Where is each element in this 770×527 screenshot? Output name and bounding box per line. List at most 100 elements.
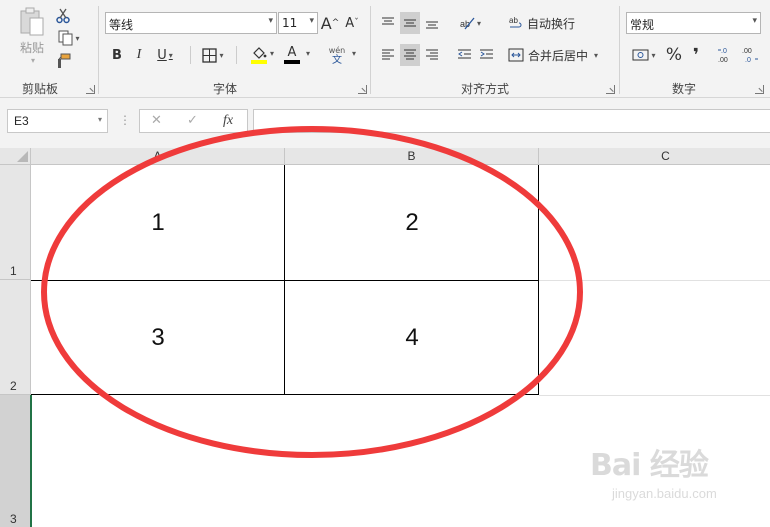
increase-indent-button[interactable] — [476, 44, 496, 66]
clipboard-launcher-icon[interactable] — [86, 85, 95, 94]
format-painter-icon — [58, 53, 71, 68]
font-inner-divider — [236, 46, 237, 64]
table-border — [538, 165, 539, 395]
underline-button[interactable]: U ▾ — [151, 44, 179, 66]
gridline — [539, 395, 770, 396]
column-header-label: B — [407, 149, 416, 163]
row-header-2[interactable]: 2 — [0, 280, 31, 395]
svg-text:.00: .00 — [742, 48, 752, 55]
row-header-3[interactable]: 3 — [0, 395, 31, 527]
column-header-c[interactable]: C — [539, 148, 770, 165]
svg-text:.0: .0 — [745, 57, 751, 64]
merge-cells-icon — [508, 48, 524, 62]
cell-b2[interactable]: 4 — [285, 280, 539, 395]
align-bottom-icon — [426, 21, 438, 29]
copy-button[interactable]: ▾ — [54, 29, 84, 47]
comma-style-button[interactable]: ❜ — [686, 44, 706, 66]
align-bottom-button[interactable] — [422, 12, 442, 34]
font-size-combo[interactable]: 11 ▾ — [278, 12, 318, 34]
name-box-value: E3 — [14, 114, 29, 128]
number-launcher-icon[interactable] — [755, 85, 764, 94]
align-top-icon — [382, 17, 394, 25]
column-header-label: C — [661, 149, 670, 163]
group-divider — [370, 6, 371, 94]
align-left-button[interactable] — [378, 44, 398, 66]
italic-icon: I — [136, 47, 142, 62]
chevron-down-icon[interactable]: ▾ — [98, 115, 102, 124]
row-header-label: 2 — [10, 379, 17, 393]
number-format-combo[interactable]: 常规 ▾ — [626, 12, 761, 34]
decrease-indent-icon — [457, 49, 471, 59]
font-color-icon: A — [287, 45, 297, 60]
paste-dropdown-icon[interactable]: ▾ — [31, 56, 35, 65]
merge-center-label: 合并后居中 — [528, 48, 589, 63]
select-all-button[interactable] — [0, 148, 31, 165]
cell-value: 3 — [151, 323, 165, 351]
cell-a1[interactable]: 1 — [31, 165, 285, 280]
cell-a2[interactable]: 3 — [31, 280, 285, 395]
paste-icon — [20, 7, 44, 36]
phonetic-button[interactable]: wén 文 — [326, 44, 348, 68]
accounting-format-button[interactable]: ▾ — [628, 44, 660, 66]
watermark-logo: Bai 经验 — [590, 448, 709, 483]
align-center-button[interactable] — [400, 44, 420, 66]
percent-button[interactable]: % — [664, 44, 684, 66]
name-box[interactable]: E3 ▾ — [7, 109, 108, 133]
phonetic-dropdown-icon[interactable]: ▾ — [352, 49, 356, 58]
paste-button[interactable]: 粘贴 ▾ — [14, 6, 50, 66]
chevron-down-icon: ▾ — [752, 16, 757, 26]
decrease-decimal-icon: .00.0 — [742, 48, 758, 64]
font-group-label: 字体 — [213, 82, 238, 96]
wrap-text-label: 自动换行 — [527, 16, 576, 31]
font-color-swatch — [284, 60, 300, 64]
decrease-decimal-button[interactable]: .00.0 — [740, 44, 760, 66]
formula-tools: ✕ ✓ fx — [139, 109, 248, 133]
column-header-label: A — [153, 149, 162, 163]
decrease-indent-button[interactable] — [454, 44, 474, 66]
font-color-button[interactable]: A — [280, 44, 304, 66]
align-middle-button[interactable] — [400, 12, 420, 34]
align-top-button[interactable] — [378, 12, 398, 34]
align-right-button[interactable] — [422, 44, 442, 66]
wrap-text-button[interactable]: ab 自动换行 — [508, 12, 582, 34]
font-inner-divider — [190, 46, 191, 64]
fill-color-swatch — [251, 59, 267, 64]
column-header-b[interactable]: B — [285, 148, 539, 165]
copy-icon — [58, 30, 73, 46]
column-header-a[interactable]: A — [31, 148, 285, 165]
fill-color-dropdown-icon[interactable]: ▾ — [270, 49, 274, 58]
bold-button[interactable]: B — [107, 44, 127, 66]
chevron-down-icon: ▾ — [594, 50, 599, 60]
cancel-icon[interactable]: ✕ — [151, 113, 162, 128]
bold-icon: B — [112, 47, 122, 63]
italic-button[interactable]: I — [129, 44, 149, 66]
formula-input[interactable] — [253, 109, 770, 133]
underline-icon: U — [157, 47, 167, 63]
chevron-down-icon: ▾ — [268, 16, 273, 26]
group-divider — [619, 6, 620, 94]
align-right-icon — [426, 49, 438, 60]
merge-center-button[interactable]: 合并后居中 ▾ — [508, 44, 608, 66]
alignment-launcher-icon[interactable] — [606, 85, 615, 94]
shrink-font-button[interactable]: Aˇ — [342, 12, 362, 34]
borders-button[interactable]: ▾ — [196, 44, 230, 66]
font-color-dropdown-icon[interactable]: ▾ — [306, 49, 310, 58]
watermark-url: jingyan.baidu.com — [612, 486, 717, 501]
cell-value: 4 — [405, 323, 419, 351]
more-options-icon[interactable]: ⋮ — [119, 113, 131, 127]
comma-icon: ❜ — [692, 44, 700, 66]
cut-button[interactable] — [54, 7, 72, 25]
font-name-combo[interactable]: 等线 ▾ — [105, 12, 277, 34]
scissors-icon — [56, 8, 70, 24]
orientation-button[interactable]: ab ▾ — [454, 12, 486, 34]
cell-b1[interactable]: 2 — [285, 165, 539, 280]
table-border — [31, 394, 539, 395]
grow-font-button[interactable]: A ^ — [320, 12, 340, 34]
increase-decimal-button[interactable]: .0.00 — [716, 44, 736, 66]
row-header-1[interactable]: 1 — [0, 165, 31, 280]
enter-icon[interactable]: ✓ — [187, 113, 198, 128]
chevron-down-icon: ▾ — [168, 50, 173, 60]
format-painter-button[interactable] — [54, 52, 72, 70]
insert-function-icon[interactable]: fx — [223, 113, 233, 129]
font-launcher-icon[interactable] — [358, 85, 367, 94]
